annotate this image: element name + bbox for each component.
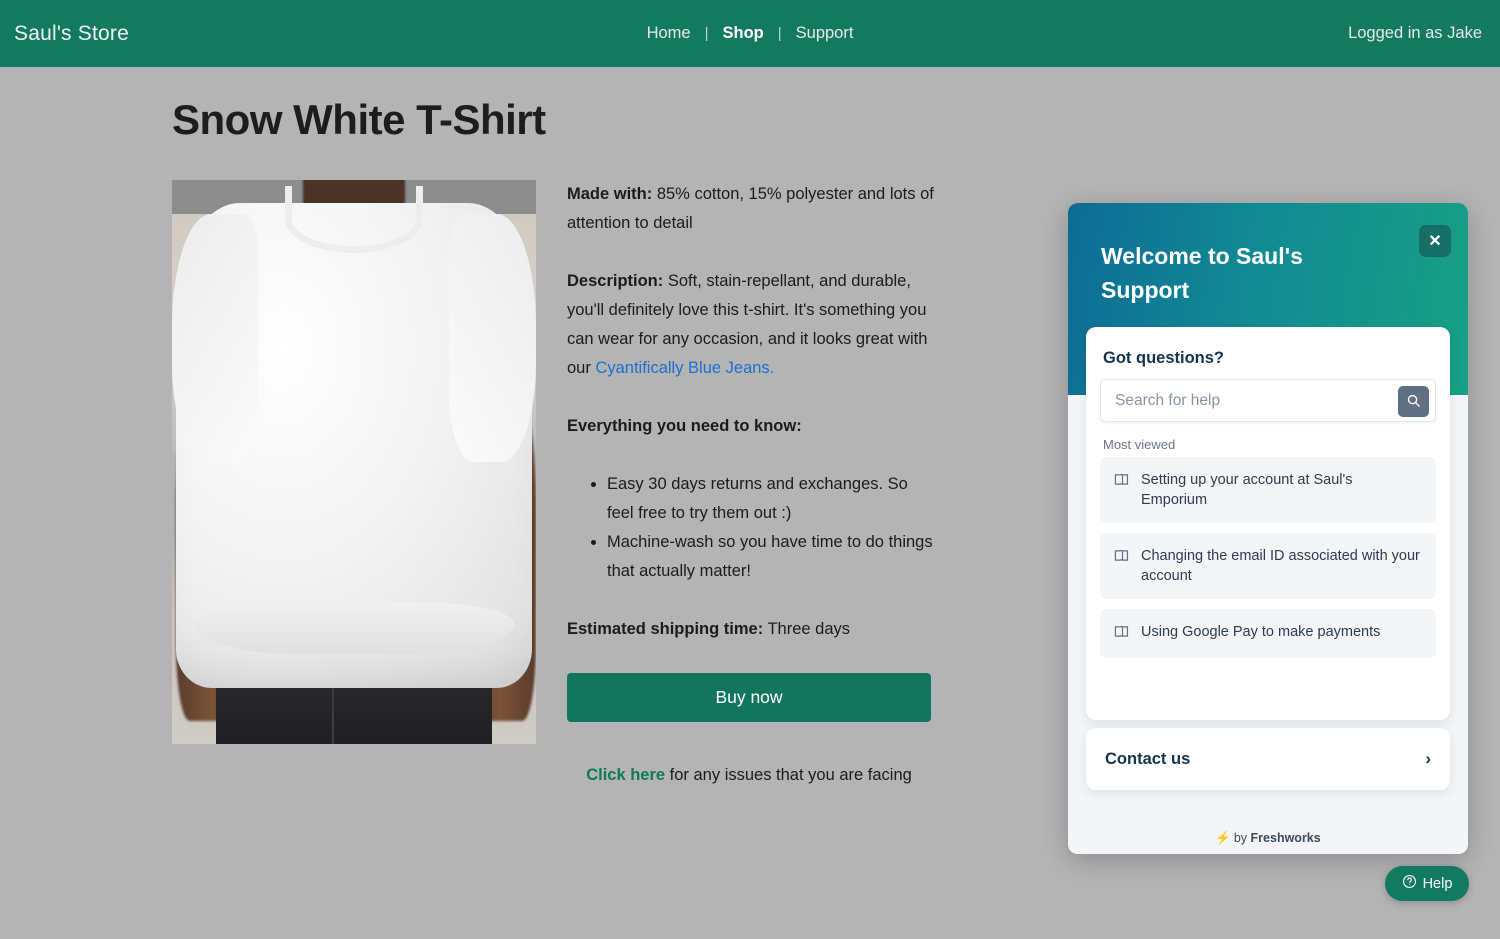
user-status: Logged in as Jake <box>1348 24 1482 42</box>
nav-link-support[interactable]: Support <box>782 24 868 43</box>
book-icon <box>1114 471 1131 493</box>
footer-brand: Freshworks <box>1250 831 1321 845</box>
need-to-know-heading: Everything you need to know: <box>567 412 935 441</box>
list-item: Machine-wash so you have time to do thin… <box>607 528 935 586</box>
related-product-link[interactable]: Cyantifically Blue Jeans. <box>595 359 774 377</box>
search-icon <box>1406 393 1421 411</box>
article-title: Changing the email ID associated with yo… <box>1141 548 1420 584</box>
product-details: Made with: 85% cotton, 15% polyester and… <box>567 180 935 790</box>
got-questions-heading: Got questions? <box>1103 349 1224 367</box>
issue-help-text: for any issues that you are facing <box>665 766 912 784</box>
search-button[interactable] <box>1398 386 1429 417</box>
top-navbar: Saul's Store Home | Shop | Support Logge… <box>0 0 1500 67</box>
article-list: Setting up your account at Saul's Empori… <box>1100 457 1436 668</box>
shipping-label: Estimated shipping time: <box>567 620 764 638</box>
widget-footer: ⚡ by Freshworks <box>1068 831 1468 846</box>
close-icon[interactable]: ✕ <box>1419 225 1451 257</box>
help-launcher-label: Help <box>1422 875 1453 892</box>
article-title: Setting up your account at Saul's Empori… <box>1141 472 1353 508</box>
nav-link-home[interactable]: Home <box>633 24 705 43</box>
contact-us-row[interactable]: Contact us › <box>1086 728 1450 790</box>
search-input[interactable] <box>1115 380 1395 421</box>
list-item: Easy 30 days returns and exchanges. So f… <box>607 470 935 528</box>
widget-title: Welcome to Saul's Support <box>1101 243 1303 303</box>
nav-link-shop[interactable]: Shop <box>708 24 777 43</box>
article-title: Using Google Pay to make payments <box>1141 624 1381 640</box>
question-circle-icon <box>1402 874 1417 893</box>
book-icon <box>1114 623 1131 645</box>
made-with-paragraph: Made with: 85% cotton, 15% polyester and… <box>567 180 935 238</box>
chevron-right-icon: › <box>1425 749 1431 768</box>
photo-tshirt-hem <box>193 603 515 654</box>
need-to-know-list: Easy 30 days returns and exchanges. So f… <box>567 470 935 586</box>
photo-tshirt-right-sleeve <box>448 213 536 462</box>
list-item[interactable]: Setting up your account at Saul's Empori… <box>1100 457 1436 523</box>
search-bar <box>1100 379 1436 422</box>
book-icon <box>1114 547 1131 569</box>
issue-help-line: Click here for any issues that you are f… <box>567 761 931 790</box>
photo-tshirt-collar <box>284 185 424 254</box>
product-image <box>172 180 536 744</box>
contact-us-label: Contact us <box>1105 749 1191 768</box>
shipping-paragraph: Estimated shipping time: Three days <box>567 615 935 644</box>
footer-by-text: by <box>1233 831 1251 845</box>
buy-now-button[interactable]: Buy now <box>567 673 931 722</box>
list-item[interactable]: Using Google Pay to make payments <box>1100 609 1436 658</box>
made-with-label: Made with: <box>567 185 653 203</box>
help-search-card: Got questions? Most viewed <box>1086 327 1450 720</box>
lightning-bolt-icon: ⚡ <box>1215 831 1231 845</box>
description-paragraph: Description: Soft, stain-repellant, and … <box>567 267 935 383</box>
support-widget: Welcome to Saul's Support ✕ Got question… <box>1068 203 1468 854</box>
most-viewed-label: Most viewed <box>1103 437 1176 452</box>
photo-tshirt-left-sleeve <box>172 213 260 462</box>
shipping-value: Three days <box>763 620 851 638</box>
page-title: Snow White T-Shirt <box>172 96 546 143</box>
description-label: Description: <box>567 272 664 290</box>
need-to-know-label: Everything you need to know: <box>567 417 802 435</box>
help-launcher-button[interactable]: Help <box>1385 866 1469 901</box>
list-item[interactable]: Changing the email ID associated with yo… <box>1100 533 1436 599</box>
main-nav: Home | Shop | Support <box>0 24 1500 43</box>
widget-body: Got questions? Most viewed <box>1068 327 1468 854</box>
click-here-link[interactable]: Click here <box>586 766 665 784</box>
